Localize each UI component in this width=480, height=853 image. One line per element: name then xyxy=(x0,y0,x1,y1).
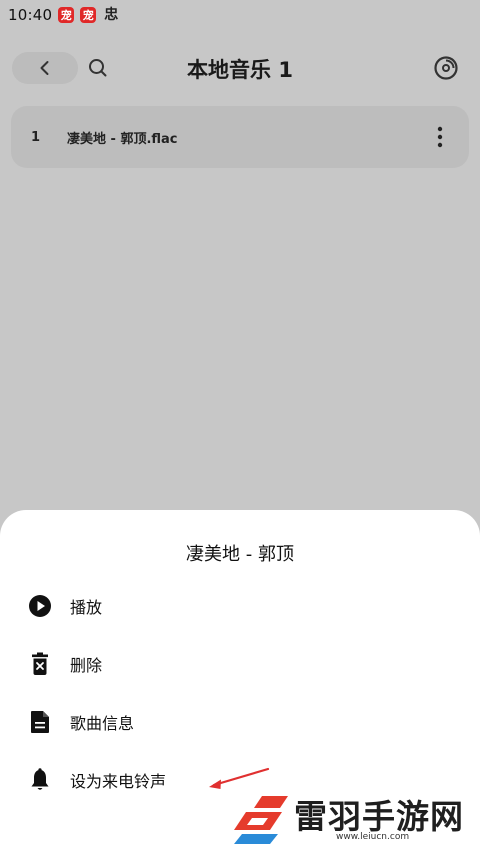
music-disc-icon xyxy=(434,56,458,80)
search-button[interactable] xyxy=(84,54,112,82)
play-circle-icon xyxy=(28,594,52,618)
track-index: 1 xyxy=(31,129,41,145)
document-icon xyxy=(28,710,52,734)
status-time: 10:40 xyxy=(8,6,53,24)
menu-item-label: 删除 xyxy=(70,656,103,675)
trash-icon xyxy=(28,652,52,676)
watermark-url: www.leiucn.com xyxy=(336,832,410,842)
app-notification-icon: 宠 xyxy=(58,7,75,23)
track-row[interactable]: 1 凄美地 - 郭顶.flac xyxy=(11,106,469,168)
watermark-logo xyxy=(234,796,288,844)
menu-item-label: 歌曲信息 xyxy=(70,714,135,733)
chevron-left-icon xyxy=(40,61,49,75)
app-notification-icon: 忠 xyxy=(104,7,119,23)
watermark-text: 雷羽手游网 xyxy=(294,797,464,836)
menu-item-play[interactable]: 播放 xyxy=(0,580,480,632)
top-bar: 本地音乐 1 xyxy=(0,48,480,88)
track-title: 凄美地 - 郭顶.flac xyxy=(67,131,178,147)
track-more-button[interactable] xyxy=(425,117,455,157)
menu-item-label: 播放 xyxy=(70,598,103,617)
watermark: 雷羽手游网 www.leiucn.com xyxy=(232,790,476,850)
app-notification-icon: 宠 xyxy=(80,7,97,23)
back-button[interactable] xyxy=(12,52,78,84)
status-bar: 10:40 宠 宠 忠 xyxy=(0,0,480,30)
now-playing-button[interactable] xyxy=(430,52,462,84)
annotation-arrow xyxy=(209,767,270,789)
bell-icon xyxy=(28,768,52,792)
menu-item-delete[interactable]: 删除 xyxy=(0,638,480,690)
more-vertical-icon xyxy=(437,126,443,148)
menu-item-label: 设为来电铃声 xyxy=(70,772,167,791)
sheet-title: 凄美地 - 郭顶 xyxy=(186,544,294,565)
search-icon xyxy=(89,59,107,77)
menu-item-song-info[interactable]: 歌曲信息 xyxy=(0,696,480,748)
